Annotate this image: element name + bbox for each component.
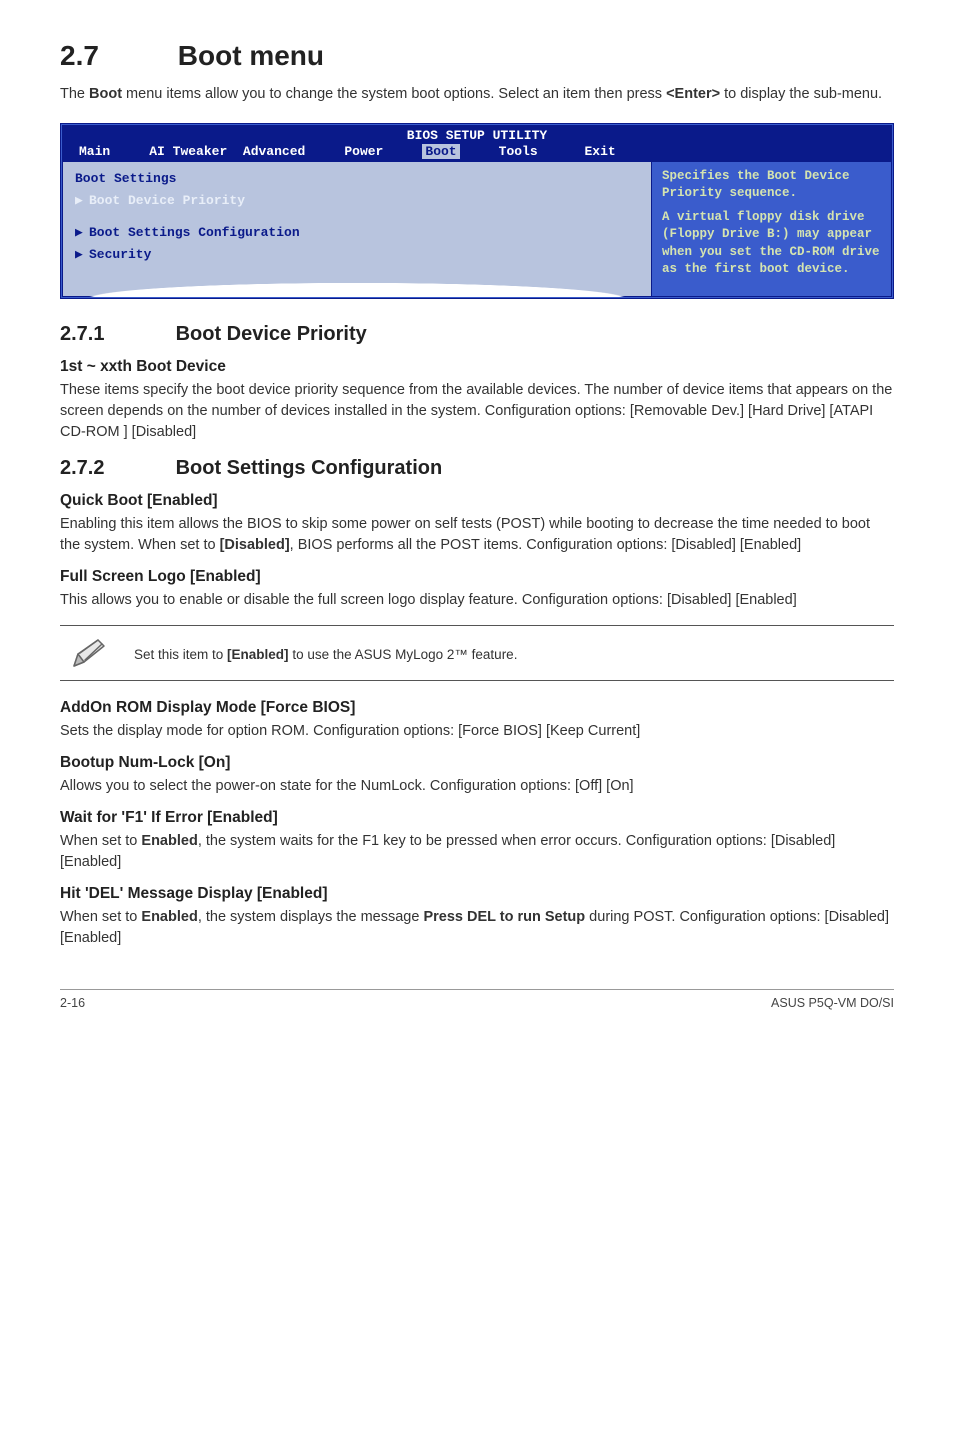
body-text: When set to — [60, 909, 141, 925]
bios-help-text: Specifies the Boot Device Priority seque… — [662, 168, 881, 203]
bios-item-label: Boot Settings Configuration — [89, 225, 300, 240]
bios-item-boot-device-priority: ▶Boot Device Priority — [75, 190, 639, 212]
bios-left-pane: Boot Settings ▶Boot Device Priority ▶Boo… — [63, 162, 651, 296]
sub-heading: 1st ~ xxth Boot Device — [60, 358, 894, 376]
bios-settings-title: Boot Settings — [75, 168, 639, 190]
subsection-title: Boot Settings Configuration — [176, 457, 443, 479]
bios-torn-edge — [63, 275, 651, 297]
body-paragraph: When set to Enabled, the system displays… — [60, 907, 894, 949]
subsection-number: 2.7.2 — [60, 457, 104, 479]
note-text: Set this item to [Enabled] to use the AS… — [134, 647, 517, 662]
section-intro: The Boot menu items allow you to change … — [60, 84, 894, 105]
footer-model: ASUS P5Q-VM DO/SI — [771, 996, 894, 1010]
body-bold: Press DEL to run Setup — [423, 909, 585, 925]
body-bold: [Disabled] — [220, 537, 290, 553]
intro-text: to display the sub-menu. — [720, 86, 882, 102]
triangle-icon: ▶ — [75, 190, 89, 212]
bios-help-pane: Specifies the Boot Device Priority seque… — [651, 162, 891, 296]
bios-tab-advanced: Advanced — [243, 144, 305, 159]
triangle-icon: ▶ — [75, 222, 89, 244]
body-paragraph: This allows you to enable or disable the… — [60, 590, 894, 611]
body-paragraph: When set to Enabled, the system waits fo… — [60, 831, 894, 873]
intro-text: The — [60, 86, 89, 102]
bios-body: Boot Settings ▶Boot Device Priority ▶Boo… — [63, 162, 891, 296]
subsection-heading: 2.7.1 Boot Device Priority — [60, 323, 894, 346]
bios-help-text: A virtual floppy disk drive (Floppy Driv… — [662, 209, 881, 279]
body-text: When set to — [60, 833, 141, 849]
bios-tab-bar: Main AI Tweaker Advanced Power Boot Tool… — [63, 144, 891, 162]
subsection-title: Boot Device Priority — [176, 323, 367, 345]
body-text: , BIOS performs all the POST items. Conf… — [290, 537, 802, 553]
section-heading: 2.7 Boot menu — [60, 40, 894, 72]
section-title-text: Boot menu — [178, 40, 324, 71]
bios-item-security: ▶Security — [75, 244, 639, 266]
intro-bold-enter: <Enter> — [666, 86, 720, 102]
bios-screenshot: BIOS SETUP UTILITY Main AI Tweaker Advan… — [60, 123, 894, 299]
bios-tab-main: Main — [79, 144, 110, 159]
sub-heading: Bootup Num-Lock [On] — [60, 754, 894, 772]
body-bold: Enabled — [141, 909, 197, 925]
body-paragraph: These items specify the boot device prio… — [60, 380, 894, 443]
bios-tab-boot: Boot — [422, 144, 459, 159]
bios-tab-power: Power — [344, 144, 383, 159]
pencil-icon — [68, 636, 112, 672]
body-text: , the system displays the message — [198, 909, 424, 925]
bios-tab-tools: Tools — [499, 144, 538, 159]
note-block: Set this item to [Enabled] to use the AS… — [60, 625, 894, 681]
note-divider — [60, 625, 894, 626]
intro-text: menu items allow you to change the syste… — [122, 86, 666, 102]
triangle-icon: ▶ — [75, 244, 89, 266]
intro-bold-boot: Boot — [89, 86, 122, 102]
sub-heading: Full Screen Logo [Enabled] — [60, 568, 894, 586]
sub-heading: Wait for 'F1' If Error [Enabled] — [60, 809, 894, 827]
note-divider — [60, 680, 894, 681]
bios-item-label: Security — [89, 247, 151, 262]
body-paragraph: Allows you to select the power-on state … — [60, 776, 894, 797]
note-text-part: Set this item to — [134, 647, 227, 662]
sub-heading: Quick Boot [Enabled] — [60, 492, 894, 510]
sub-heading: AddOn ROM Display Mode [Force BIOS] — [60, 699, 894, 717]
bios-tab-ai: AI Tweaker — [149, 144, 227, 159]
body-bold: Enabled — [141, 833, 197, 849]
note-bold: [Enabled] — [227, 647, 289, 662]
page-footer: 2-16 ASUS P5Q-VM DO/SI — [60, 989, 894, 1010]
subsection-heading: 2.7.2 Boot Settings Configuration — [60, 457, 894, 480]
bios-tab-exit: Exit — [584, 144, 615, 159]
bios-header: BIOS SETUP UTILITY — [63, 126, 891, 144]
body-paragraph: Sets the display mode for option ROM. Co… — [60, 721, 894, 742]
bios-item-boot-settings-config: ▶Boot Settings Configuration — [75, 222, 639, 244]
bios-item-label: Boot Device Priority — [89, 193, 245, 208]
page-number: 2-16 — [60, 996, 85, 1010]
note-text-part: to use the ASUS MyLogo 2™ feature. — [289, 647, 518, 662]
body-paragraph: Enabling this item allows the BIOS to sk… — [60, 514, 894, 556]
sub-heading: Hit 'DEL' Message Display [Enabled] — [60, 885, 894, 903]
subsection-number: 2.7.1 — [60, 323, 104, 345]
section-number: 2.7 — [60, 40, 99, 71]
